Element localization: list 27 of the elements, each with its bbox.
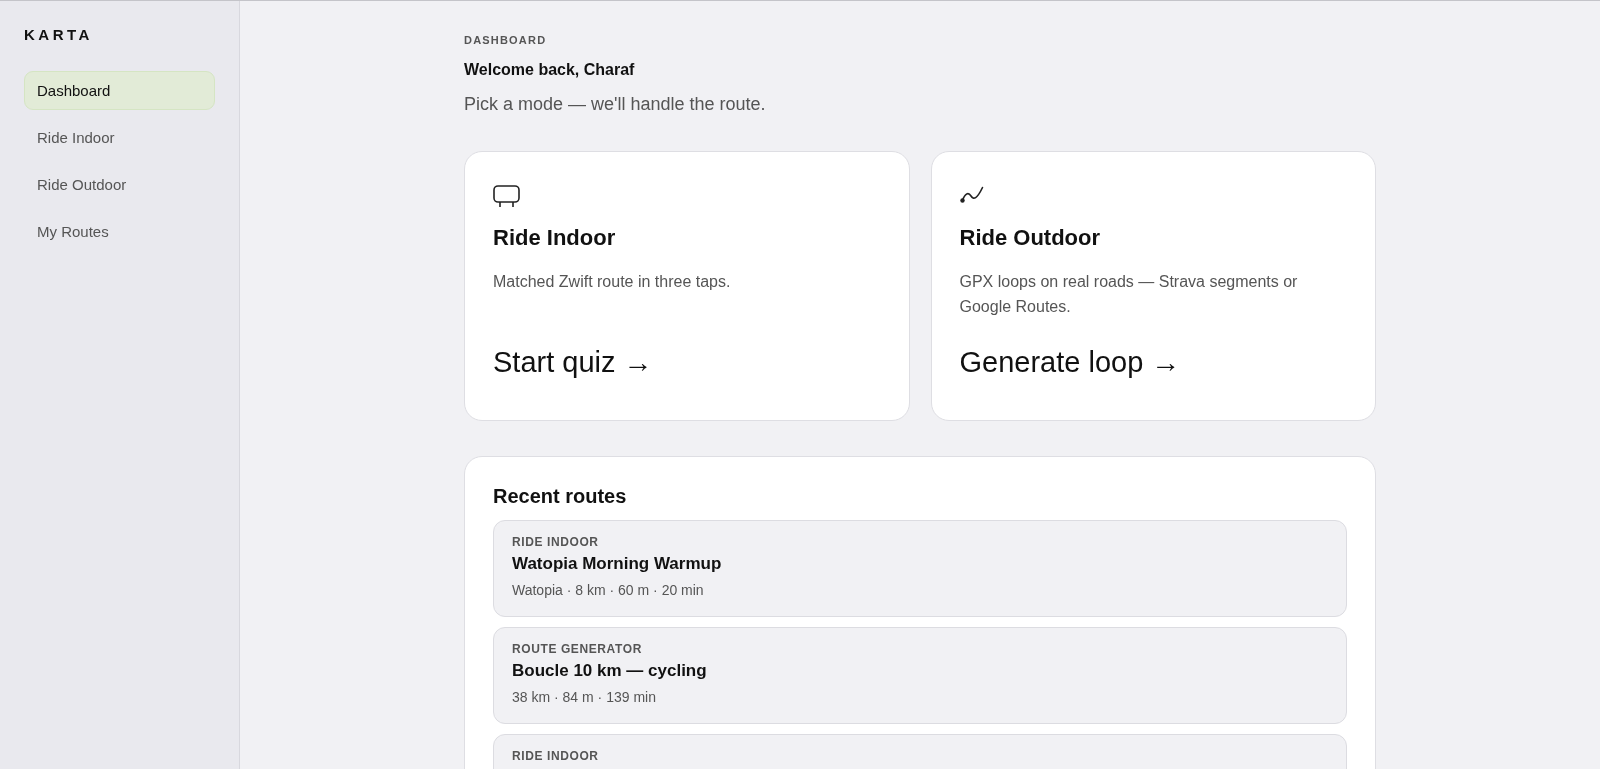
welcome-heading: Welcome back, Charaf — [464, 60, 635, 80]
card-title: Ride Indoor — [493, 224, 616, 252]
wavy-path-icon — [959, 186, 984, 203]
nav-item[interactable]: Ride Indoor — [24, 118, 215, 157]
screen-icon — [493, 185, 520, 208]
section-title: Recent routes — [493, 484, 627, 509]
route-category: RIDE INDOOR — [512, 535, 599, 549]
route-item[interactable]: RIDE INDOOR — [493, 734, 1347, 769]
route-item[interactable]: RIDE INDOOR Watopia Morning Warmup Watopia · 8 km · 60 m · 20 min — [493, 520, 1347, 617]
card-action-link[interactable]: Generate loop → — [959, 344, 1181, 380]
route-category: RIDE INDOOR — [512, 749, 599, 763]
page-eyebrow: DASHBOARD — [464, 33, 547, 48]
nav-item[interactable]: Dashboard — [24, 71, 215, 110]
route-details: 38 km · 84 m · 139 min — [512, 688, 656, 707]
card-action-link[interactable]: Start quiz → — [493, 344, 653, 380]
card-description: GPX loops on real roads — Strava segments or Google Routes. — [959, 272, 1299, 317]
card-title: Ride Outdoor — [959, 224, 1101, 252]
nav-item[interactable]: My Routes — [24, 212, 215, 251]
route-category: ROUTE GENERATOR — [512, 642, 642, 656]
brand-logo: KARTA — [24, 25, 93, 45]
card-description: Matched Zwift route in three taps. — [493, 272, 731, 292]
route-item[interactable]: ROUTE GENERATOR Boucle 10 km — cycling 38 km · 84 m · 139 min — [493, 627, 1347, 724]
nav-item[interactable]: Ride Outdoor — [24, 165, 215, 204]
route-name: Watopia Morning Warmup — [512, 553, 722, 575]
page-subtitle: Pick a mode — we'll handle the route. — [464, 93, 766, 116]
route-details: Watopia · 8 km · 60 m · 20 min — [512, 581, 704, 600]
route-name: Boucle 10 km — cycling — [512, 660, 707, 682]
